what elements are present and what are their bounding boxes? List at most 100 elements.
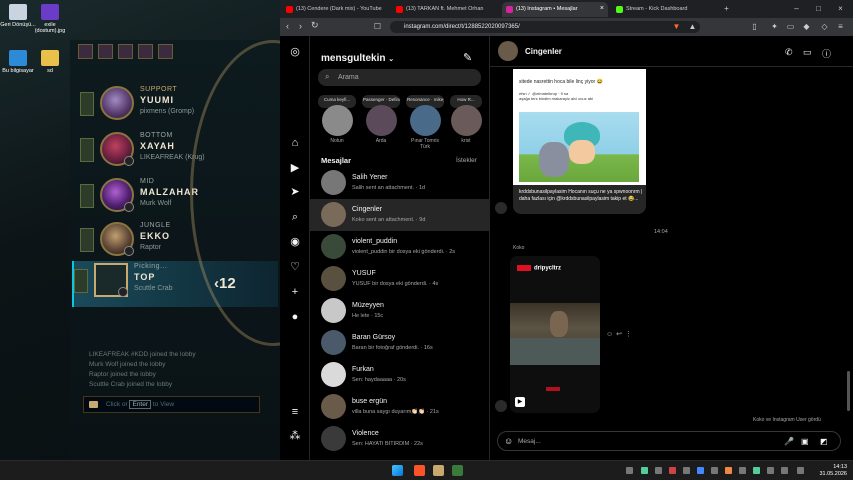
- video-call-icon[interactable]: ▭: [803, 47, 812, 58]
- sticker-icon[interactable]: ◩: [820, 437, 828, 446]
- note-item[interactable]: Cuma keyfi... Notun: [318, 95, 356, 144]
- lobby-chat-input[interactable]: Click or Enter to View: [83, 396, 260, 413]
- avatar: [321, 330, 346, 355]
- microphone-icon[interactable]: 🎤: [784, 437, 794, 446]
- image-icon[interactable]: ▣: [801, 437, 809, 446]
- reply-icon[interactable]: ↩: [616, 331, 625, 338]
- conversation-row-selected[interactable]: Cingenler Koko sent an attachment. · 9d: [310, 199, 489, 231]
- league-taskbar-icon[interactable]: [433, 465, 444, 476]
- tray-icon[interactable]: [725, 467, 732, 474]
- conversation-row[interactable]: Violence Sen: HAYATI BITIRDIM · 22s: [310, 423, 489, 455]
- instagram-logo-icon[interactable]: ◎: [289, 46, 301, 58]
- player-slot-jungle[interactable]: JUNGLE EKKO Raptor: [80, 220, 280, 264]
- close-icon[interactable]: ×: [600, 5, 604, 12]
- reload-icon[interactable]: ↻: [311, 20, 319, 31]
- extensions-icon[interactable]: ✦: [770, 22, 779, 31]
- message-composer[interactable]: ☺ Mesaj... 🎤 ▣ ◩: [497, 431, 841, 451]
- meta-apps-icon[interactable]: ⁂: [289, 430, 301, 442]
- conversation-row[interactable]: buse ergün villa buna saygı duyarım👏🏻👏🏻 …: [310, 391, 489, 423]
- profile-avatar-icon[interactable]: ●: [289, 311, 301, 323]
- scrollbar[interactable]: [847, 371, 850, 411]
- conversation-row[interactable]: YUSUF YUSUF bir dosya eki gönderdi. · 4s: [310, 263, 489, 295]
- shared-reel[interactable]: dripycltrz ▶: [510, 256, 600, 413]
- tab-youtube-2[interactable]: (13) TARKAN ft. Mehmet Orhan: [392, 2, 500, 17]
- note-item[interactable]: Passenger · Definition Arda: [362, 95, 400, 144]
- messages-icon[interactable]: ➤: [289, 186, 301, 198]
- tray-icon[interactable]: [753, 467, 760, 474]
- info-icon[interactable]: ⓘ: [822, 47, 831, 60]
- url-field[interactable]: instagram.com/direct/t/1288522020097365/: [390, 21, 700, 33]
- start-icon[interactable]: [392, 465, 403, 476]
- folder-icon[interactable]: sd: [32, 50, 68, 74]
- maximize-icon[interactable]: □: [814, 4, 823, 13]
- recycle-bin-icon[interactable]: Geri Dönüşü...: [0, 4, 36, 28]
- menu-icon[interactable]: ≡: [836, 22, 845, 31]
- champion-name: EKKO: [140, 231, 171, 241]
- image-file-icon[interactable]: exile (dostum).jpg: [32, 4, 68, 34]
- tray-icon[interactable]: [683, 467, 690, 474]
- thread-title[interactable]: Cingenler: [525, 47, 562, 56]
- home-icon[interactable]: ⌂: [289, 137, 301, 149]
- back-icon[interactable]: ‹: [286, 21, 289, 31]
- vpn-icon[interactable]: ◆: [802, 22, 811, 31]
- group-avatar[interactable]: [498, 41, 518, 61]
- tray-icon[interactable]: [626, 467, 633, 474]
- more-menu-icon[interactable]: ≡: [289, 406, 301, 418]
- more-options-icon[interactable]: ⋮: [625, 331, 635, 338]
- forward-icon[interactable]: ›: [299, 21, 302, 31]
- explore-icon[interactable]: ◉: [289, 236, 301, 248]
- volume-icon[interactable]: [781, 467, 788, 474]
- bookmark-icon[interactable]: ☐: [373, 22, 382, 31]
- conversation-row[interactable]: Müzeyyen He lete · 15c: [310, 295, 489, 327]
- account-switcher[interactable]: mensgultekin ⌄: [321, 53, 394, 64]
- sidebar-icon[interactable]: ▯: [750, 22, 759, 31]
- create-icon[interactable]: +: [289, 286, 301, 298]
- battery-icon[interactable]: [797, 467, 804, 474]
- reels-icon[interactable]: ▶: [289, 162, 301, 174]
- emoji-react-icon[interactable]: ☺: [606, 331, 616, 338]
- search-input[interactable]: ⌕ Arama: [318, 69, 481, 86]
- phone-icon[interactable]: ✆: [785, 47, 793, 58]
- wallet-icon[interactable]: ▭: [786, 22, 795, 31]
- tray-icon[interactable]: [739, 467, 746, 474]
- new-tab-icon[interactable]: +: [722, 4, 731, 13]
- close-window-icon[interactable]: ×: [836, 4, 845, 13]
- this-pc-icon[interactable]: Bu bilgisayar: [0, 50, 36, 74]
- tab-youtube-1[interactable]: (13) Cendere (Dark mix) - YouTube: [282, 2, 390, 17]
- conversation-name: Müzeyyen: [352, 302, 384, 309]
- app-taskbar-icon[interactable]: [452, 465, 463, 476]
- conversation-row[interactable]: Baran Gürsoy Baran bir fotoğraf gönderdi…: [310, 327, 489, 359]
- reel-play-icon[interactable]: ▶: [515, 397, 525, 407]
- brave-shield-icon[interactable]: ▼: [672, 22, 681, 31]
- player-slot-support[interactable]: SUPPORT YUUMI pixmens (Gromp): [80, 84, 280, 128]
- tray-icon[interactable]: [641, 467, 648, 474]
- tray-icon[interactable]: [655, 467, 662, 474]
- clock[interactable]: 14:13 31.05.2026: [815, 464, 847, 478]
- player-slot-bottom[interactable]: BOTTOM XAYAH LIKEAFREAK (Krug): [80, 130, 280, 174]
- notifications-icon[interactable]: ♡: [289, 261, 301, 273]
- player-slot-picking[interactable]: Picking... TOP Scuttle Crab ‹12: [72, 261, 278, 307]
- minimize-icon[interactable]: –: [792, 4, 801, 13]
- new-message-icon[interactable]: ✎: [463, 51, 472, 64]
- conversation-row[interactable]: Salih Yener Salih sent an attachment. · …: [310, 167, 489, 199]
- note-item[interactable]: How R... krist: [450, 95, 482, 144]
- player-slot-mid[interactable]: MID MALZAHAR Murk Wolf: [80, 176, 280, 220]
- rewards-icon[interactable]: ▲: [688, 22, 697, 31]
- conversation-name: Furkan: [352, 366, 374, 373]
- tab-instagram[interactable]: (13) Instagram • Mesajlar ×: [502, 2, 608, 17]
- tab-kick[interactable]: Stream - Kick Dashboard: [612, 2, 722, 17]
- tray-icon[interactable]: [669, 467, 676, 474]
- shared-post-card[interactable]: sitede nasrettin hoca bile linç yiyor 😂 …: [513, 69, 646, 214]
- note-item[interactable]: Resonance · mikeyyymind Pınar Tomris Tür…: [406, 95, 444, 150]
- conversation-row[interactable]: violent_puddin violent_puddin bir dosya …: [310, 231, 489, 263]
- search-icon[interactable]: ⌕: [289, 211, 301, 223]
- brave-taskbar-icon[interactable]: [414, 465, 425, 476]
- wifi-icon[interactable]: [767, 467, 774, 474]
- requests-link[interactable]: İstekler: [456, 157, 477, 164]
- conversation-name: Salih Yener: [352, 174, 388, 181]
- tray-icon[interactable]: [711, 467, 718, 474]
- brave-vpn-icon[interactable]: ◇: [820, 22, 829, 31]
- tray-icon[interactable]: [697, 467, 704, 474]
- conversation-row[interactable]: Furkan Sen: haydaaaaa · 20s: [310, 359, 489, 391]
- emoji-icon[interactable]: ☺: [504, 436, 513, 446]
